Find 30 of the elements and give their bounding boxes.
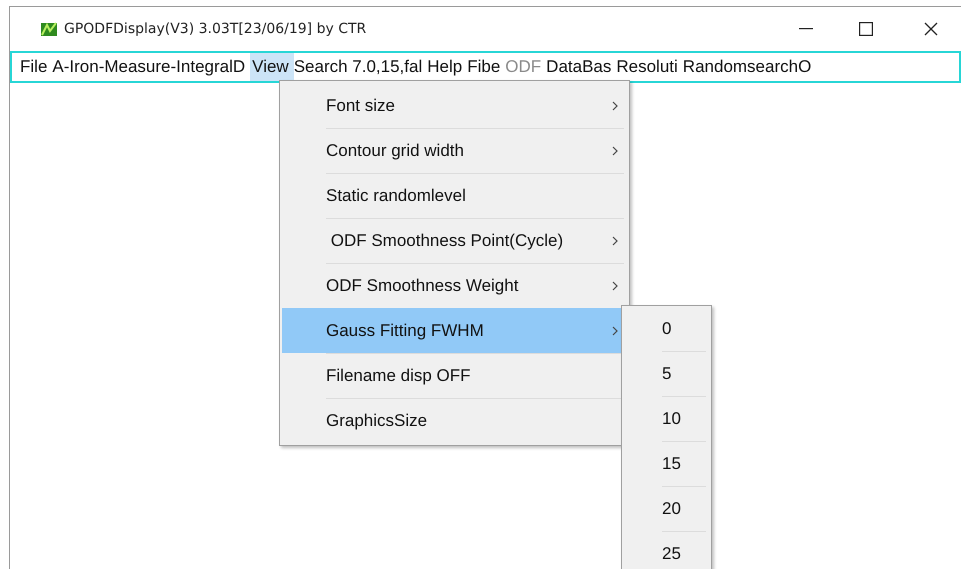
window-title: GPODFDisplay(V3) 3.03T[23/06/19] by CTR: [64, 20, 366, 38]
minimize-icon: [799, 28, 813, 30]
chevron-right-icon: [612, 326, 618, 336]
menu-bar-item[interactable]: View: [250, 53, 294, 81]
menu-item[interactable]: 10: [622, 396, 706, 441]
menu-item[interactable]: 20: [622, 486, 706, 531]
menu-bar-item[interactable]: Resoluti: [616, 53, 683, 81]
menu-bar-item[interactable]: RandomsearchO: [682, 53, 816, 81]
menu-item[interactable]: ODF Smoothness Point(Cycle): [282, 218, 624, 263]
menu-bar-item[interactable]: Search 7.0,15,fal: [294, 53, 428, 81]
menu-bar-item[interactable]: A-Iron-Measure-IntegralD: [52, 53, 250, 81]
menu-bar-item[interactable]: Help: [427, 53, 468, 81]
menu-item[interactable]: 0: [622, 306, 706, 351]
maximize-icon: [859, 22, 873, 36]
chevron-right-icon: [612, 236, 618, 246]
close-icon: [924, 22, 938, 36]
menu-item[interactable]: 5: [622, 351, 706, 396]
menu-item[interactable]: Static randomlevel: [282, 173, 624, 218]
chevron-right-icon: [612, 146, 618, 156]
menu-item[interactable]: Contour grid width: [282, 128, 624, 173]
chevron-right-icon: [612, 281, 618, 291]
menu-item[interactable]: 25: [622, 531, 706, 569]
chevron-right-icon: [612, 100, 618, 110]
menu-bar-item[interactable]: File: [20, 53, 52, 81]
menu-item[interactable]: 15: [622, 441, 706, 486]
menu-item[interactable]: Gauss Fitting FWHM: [282, 308, 624, 353]
menu-item[interactable]: Font size: [282, 83, 624, 128]
menu-bar-item[interactable]: DataBas: [546, 53, 616, 81]
app-icon: [40, 21, 58, 37]
menu-bar-item[interactable]: Fibe: [467, 53, 506, 81]
